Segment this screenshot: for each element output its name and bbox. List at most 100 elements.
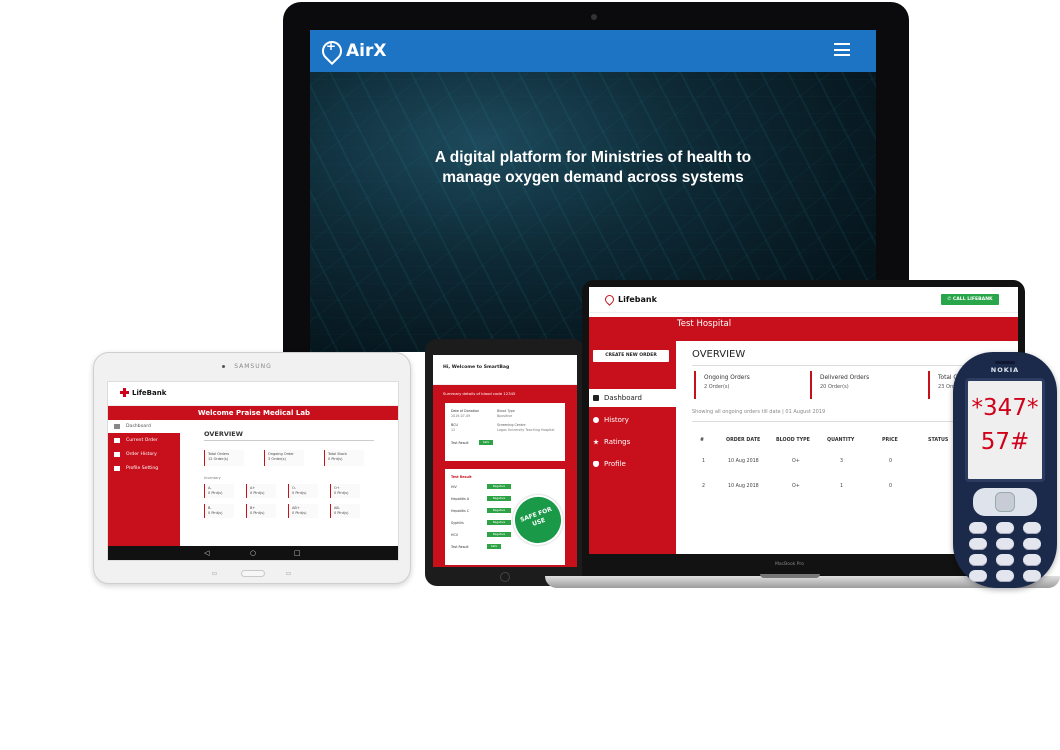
blood-group-card: B+ 0 Pint(s) [246, 504, 276, 518]
detail-label: Date of Donation [451, 409, 480, 413]
sidebar-item-label: Order History [126, 452, 157, 457]
stat-card-total-stock: Total Stock 0 Pint(s) [324, 450, 364, 466]
stat-label: Ongoing Orders [704, 375, 750, 381]
divider [204, 440, 374, 441]
airx-logo[interactable]: AirX [346, 41, 386, 61]
negative-badge: Negative [487, 520, 511, 525]
call-lifebank-button[interactable]: ✆ CALL LIFEBANK [941, 294, 999, 305]
stat-label: Delivered Orders [820, 375, 870, 381]
blood-pints: 0 Pint(s) [334, 491, 349, 495]
location-pin-icon [603, 293, 616, 306]
sidebar-item-order-history[interactable]: Order History [108, 448, 180, 461]
detail-label: Screening Centre [497, 423, 526, 427]
cell: 1 [702, 459, 706, 464]
sidebar-item-label: Current Order [126, 438, 158, 443]
hospital-band: Test Hospital [589, 317, 1018, 341]
keypad-key[interactable] [969, 554, 987, 566]
stat-card-delivered-orders: Delivered Orders 20 Order(s) [810, 371, 910, 399]
lifebank-logo[interactable]: Lifebank [603, 293, 657, 306]
ussd-code: *347* 57# [968, 391, 1042, 459]
sidebar-item-profile-setting[interactable]: Profile Setting [108, 462, 180, 475]
stat-card-ongoing-orders: Ongoing Orders 2 Order(s) [694, 371, 794, 399]
android-nav-bar: ◁ ○ □ [108, 546, 398, 560]
nav-item-label: Ratings [604, 438, 631, 446]
safe-badge: Safe [487, 544, 501, 549]
lifebank-lab-screen: LifeBank Welcome Praise Medical Lab Dash… [107, 381, 399, 561]
keypad-key[interactable] [1023, 538, 1041, 550]
keypad-key[interactable] [996, 522, 1014, 534]
phone-brand: NOKIA [990, 366, 1020, 374]
nav-item-label: History [604, 416, 629, 424]
home-icon[interactable]: ○ [250, 549, 256, 557]
cell: 1 [840, 484, 844, 489]
back-icon[interactable]: ◁ [204, 549, 209, 557]
laptop-brand-label: MacBook Pro [775, 562, 804, 567]
lab-main: OVERVIEW Total Orders 12 Order(s) Ongoin… [180, 420, 398, 546]
samsung-tablet: SAMSUNG LifeBank Welcome Praise Medical … [93, 352, 411, 584]
test-label: Hepatitis A [451, 497, 470, 501]
cell: 3 [840, 459, 844, 464]
nav-item-ratings[interactable]: Ratings [589, 433, 676, 451]
blood-group-card: AB+ 0 Pint(s) [288, 504, 318, 518]
keypad-key[interactable] [969, 522, 987, 534]
device-mockup-stage: AirX A digital platform for Ministries o… [0, 0, 1060, 750]
history-icon [114, 452, 120, 457]
ussd-code-line-2: 57# [980, 429, 1030, 455]
overview-title: OVERVIEW [204, 430, 243, 438]
keypad-key[interactable] [996, 570, 1014, 582]
create-new-order-button[interactable]: CREATE NEW ORDER [593, 350, 669, 362]
ussd-code-line-1: *347* [971, 395, 1039, 421]
donation-details-card: Date of Donation 2019-07-09 Blood Type B… [445, 403, 565, 461]
smartbag-welcome: Hi, Welcome to SmartBag [443, 365, 510, 370]
cell: 0 [889, 484, 893, 489]
recents-icon[interactable]: □ [294, 549, 301, 557]
cell: 10 Aug 2018 [728, 484, 759, 489]
speaker-grille [995, 361, 1015, 364]
sidebar-item-current-order[interactable]: Current Order [108, 434, 180, 447]
lifebank-logo-text: Lifebank [618, 295, 657, 304]
keypad-key[interactable] [1023, 570, 1041, 582]
lab-sidebar: Dashboard Current Order Order History Pr… [108, 420, 180, 546]
shield-icon [593, 461, 599, 467]
select-key[interactable] [995, 492, 1015, 512]
lifebank-header: Lifebank ✆ CALL LIFEBANK [589, 287, 1018, 313]
stat-value: 2 Order(s) [704, 384, 730, 390]
blood-pints: 0 Pint(s) [250, 511, 265, 515]
nav-item-profile[interactable]: Profile [589, 455, 676, 473]
keypad-key[interactable] [969, 538, 987, 550]
negative-badge: Negative [487, 508, 511, 513]
welcome-banner: Welcome Praise Medical Lab [108, 406, 398, 420]
user-icon [114, 466, 120, 471]
sidebar-item-dashboard[interactable]: Dashboard [108, 420, 180, 433]
list-icon [114, 438, 120, 443]
tablet-home-button[interactable] [241, 570, 265, 577]
phone-screen: *347* 57# [965, 378, 1045, 482]
test-label: Test Result [451, 545, 469, 549]
negative-badge: Negative [487, 484, 511, 489]
negative-badge: Negative [487, 532, 511, 537]
webcam-icon [591, 14, 597, 20]
hospital-name: Test Hospital [677, 319, 732, 329]
nav-item-label: Profile [604, 460, 626, 468]
keypad-key[interactable] [1023, 554, 1041, 566]
cell: 0 [889, 459, 893, 464]
column-header: # [700, 438, 705, 443]
keypad-key[interactable] [1023, 522, 1041, 534]
hospital-sidebar: CREATE NEW ORDER Dashboard History Ratin… [589, 341, 676, 554]
nav-item-history[interactable]: History [589, 411, 676, 429]
nav-item-dashboard[interactable]: Dashboard [589, 389, 676, 407]
smartbag-home-button[interactable] [500, 572, 510, 582]
lifebank-logo[interactable]: LifeBank [120, 388, 166, 397]
keypad-key[interactable] [996, 538, 1014, 550]
keypad-key[interactable] [996, 554, 1014, 566]
detail-value: Bpositive [497, 414, 513, 418]
blood-pints: 0 Pint(s) [334, 511, 349, 515]
cell: O+ [792, 459, 800, 464]
hamburger-menu-icon[interactable] [834, 43, 850, 56]
test-label: HCV [451, 533, 459, 537]
tablet-camera-icon [222, 365, 225, 368]
test-label: HIV [451, 485, 457, 489]
blood-group-card: AB- 0 Pint(s) [330, 504, 360, 518]
keypad-key[interactable] [969, 570, 987, 582]
stat-value: 3 Order(s) [268, 457, 286, 461]
